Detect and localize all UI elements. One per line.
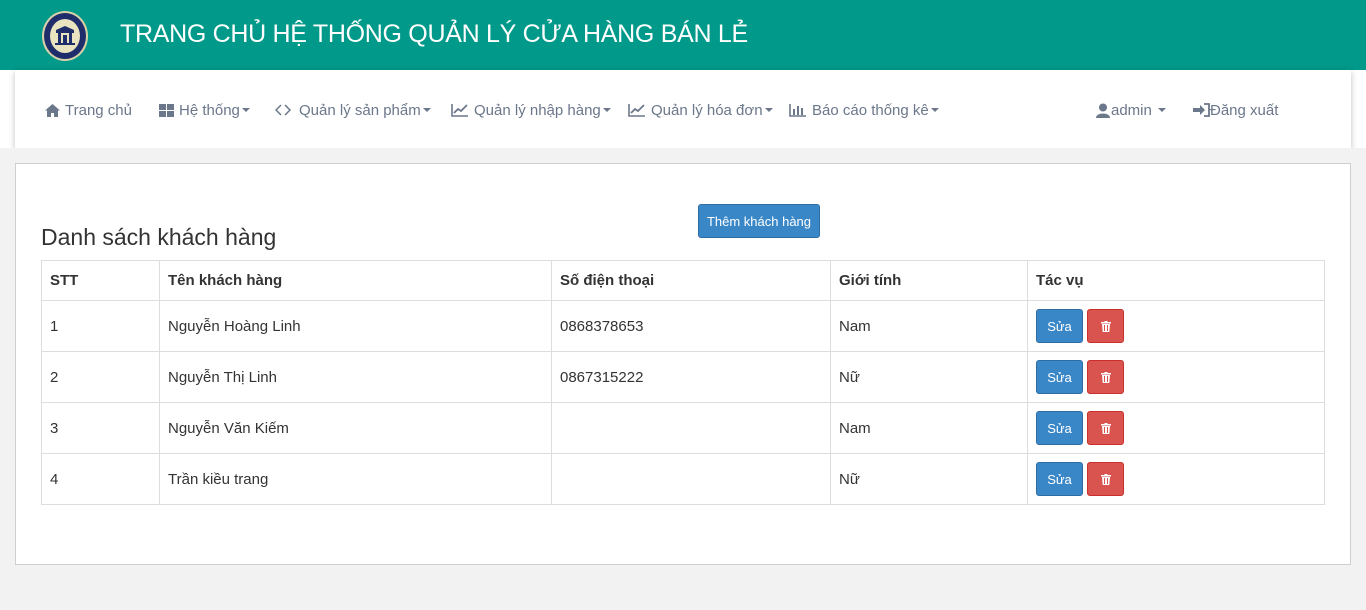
chevron-down-icon bbox=[764, 108, 773, 112]
column-header-gender: Giới tính bbox=[830, 260, 1028, 301]
delete-button[interactable] bbox=[1087, 462, 1124, 496]
cell-actions: Sửa bbox=[1027, 300, 1325, 352]
nav-products-label: Quản lý sản phẩm bbox=[299, 101, 421, 119]
cell-gender: Nam bbox=[830, 402, 1028, 454]
customer-table: STT Tên khách hàng Số điện thoại Giới tí… bbox=[41, 260, 1325, 505]
cell-phone: 0867315222 bbox=[551, 351, 831, 403]
page-title: Danh sách khách hàng bbox=[41, 224, 277, 250]
cell-phone bbox=[551, 453, 831, 505]
home-icon bbox=[43, 102, 61, 118]
cell-stt: 4 bbox=[41, 453, 160, 505]
logout-label: Đăng xuất bbox=[1210, 101, 1279, 119]
cell-phone: 0868378653 bbox=[551, 300, 831, 352]
nav-products-dropdown[interactable]: Quản lý sản phẩm bbox=[273, 100, 431, 120]
logout-icon bbox=[1192, 102, 1210, 118]
logout-link[interactable]: Đăng xuất bbox=[1192, 100, 1278, 120]
edit-button[interactable]: Sửa bbox=[1036, 309, 1083, 343]
nav-home[interactable]: Trang chủ bbox=[43, 100, 132, 120]
cell-stt: 1 bbox=[41, 300, 160, 352]
user-icon bbox=[1095, 102, 1111, 118]
chevron-down-icon bbox=[241, 108, 250, 112]
add-customer-button[interactable]: Thêm khách hàng bbox=[698, 204, 820, 238]
user-menu-label: admin bbox=[1111, 101, 1152, 119]
delete-button[interactable] bbox=[1087, 309, 1124, 343]
cell-stt: 3 bbox=[41, 402, 160, 454]
nav-reports-dropdown[interactable]: Báo cáo thống kê bbox=[788, 100, 939, 120]
chevron-down-icon bbox=[1157, 108, 1166, 112]
edit-button[interactable]: Sửa bbox=[1036, 360, 1083, 394]
trash-icon bbox=[1100, 473, 1111, 485]
cell-actions: Sửa bbox=[1027, 402, 1325, 454]
column-header-actions: Tác vụ bbox=[1027, 260, 1325, 301]
table-row: 2 Nguyễn Thị Linh 0867315222 Nữ Sửa bbox=[41, 351, 1325, 403]
cell-gender: Nữ bbox=[830, 453, 1028, 505]
nav-invoices-dropdown[interactable]: Quản lý hóa đơn bbox=[627, 100, 773, 120]
app-title: TRANG CHỦ HỆ THỐNG QUẢN LÝ CỬA HÀNG BÁN … bbox=[120, 20, 748, 48]
top-header: TRANG CHỦ HỆ THỐNG QUẢN LÝ CỬA HÀNG BÁN … bbox=[0, 0, 1366, 70]
grid-icon bbox=[157, 102, 175, 118]
main-navbar: Trang chủ Hệ thống Quản lý sản phẩm Quản… bbox=[15, 70, 1351, 148]
user-menu-dropdown[interactable]: admin bbox=[1095, 100, 1166, 120]
delete-button[interactable] bbox=[1087, 411, 1124, 445]
nav-imports-label: Quản lý nhập hàng bbox=[474, 101, 601, 119]
nav-imports-dropdown[interactable]: Quản lý nhập hàng bbox=[450, 100, 611, 120]
bar-chart-icon bbox=[788, 102, 808, 118]
nav-home-label: Trang chủ bbox=[65, 101, 132, 119]
cell-gender: Nam bbox=[830, 300, 1028, 352]
cell-actions: Sửa bbox=[1027, 453, 1325, 505]
cell-name: Nguyễn Thị Linh bbox=[159, 351, 552, 403]
cell-name: Nguyễn Văn Kiếm bbox=[159, 402, 552, 454]
delete-button[interactable] bbox=[1087, 360, 1124, 394]
chevron-down-icon bbox=[930, 108, 939, 112]
trash-icon bbox=[1100, 320, 1111, 332]
column-header-stt: STT bbox=[41, 260, 160, 301]
chart-line-icon bbox=[627, 102, 647, 118]
column-header-phone: Số điện thoại bbox=[551, 260, 831, 301]
cell-name: Trần kiều trang bbox=[159, 453, 552, 505]
cell-name: Nguyễn Hoàng Linh bbox=[159, 300, 552, 352]
cell-stt: 2 bbox=[41, 351, 160, 403]
nav-reports-label: Báo cáo thống kê bbox=[812, 101, 929, 119]
cell-phone bbox=[551, 402, 831, 454]
code-icon bbox=[273, 102, 295, 118]
table-row: 1 Nguyễn Hoàng Linh 0868378653 Nam Sửa bbox=[41, 300, 1325, 352]
table-row: 3 Nguyễn Văn Kiếm Nam Sửa bbox=[41, 402, 1325, 454]
chevron-down-icon bbox=[422, 108, 431, 112]
university-seal-icon bbox=[42, 11, 88, 61]
nav-invoices-label: Quản lý hóa đơn bbox=[651, 101, 763, 119]
nav-system-label: Hệ thống bbox=[179, 101, 240, 119]
table-row: 4 Trần kiều trang Nữ Sửa bbox=[41, 453, 1325, 505]
nav-system-dropdown[interactable]: Hệ thống bbox=[157, 100, 250, 120]
trash-icon bbox=[1100, 422, 1111, 434]
trash-icon bbox=[1100, 371, 1111, 383]
edit-button[interactable]: Sửa bbox=[1036, 411, 1083, 445]
table-header-row: STT Tên khách hàng Số điện thoại Giới tí… bbox=[41, 260, 1325, 301]
column-header-name: Tên khách hàng bbox=[159, 260, 552, 301]
chart-line-icon bbox=[450, 102, 470, 118]
chevron-down-icon bbox=[602, 108, 611, 112]
edit-button[interactable]: Sửa bbox=[1036, 462, 1083, 496]
cell-actions: Sửa bbox=[1027, 351, 1325, 403]
cell-gender: Nữ bbox=[830, 351, 1028, 403]
